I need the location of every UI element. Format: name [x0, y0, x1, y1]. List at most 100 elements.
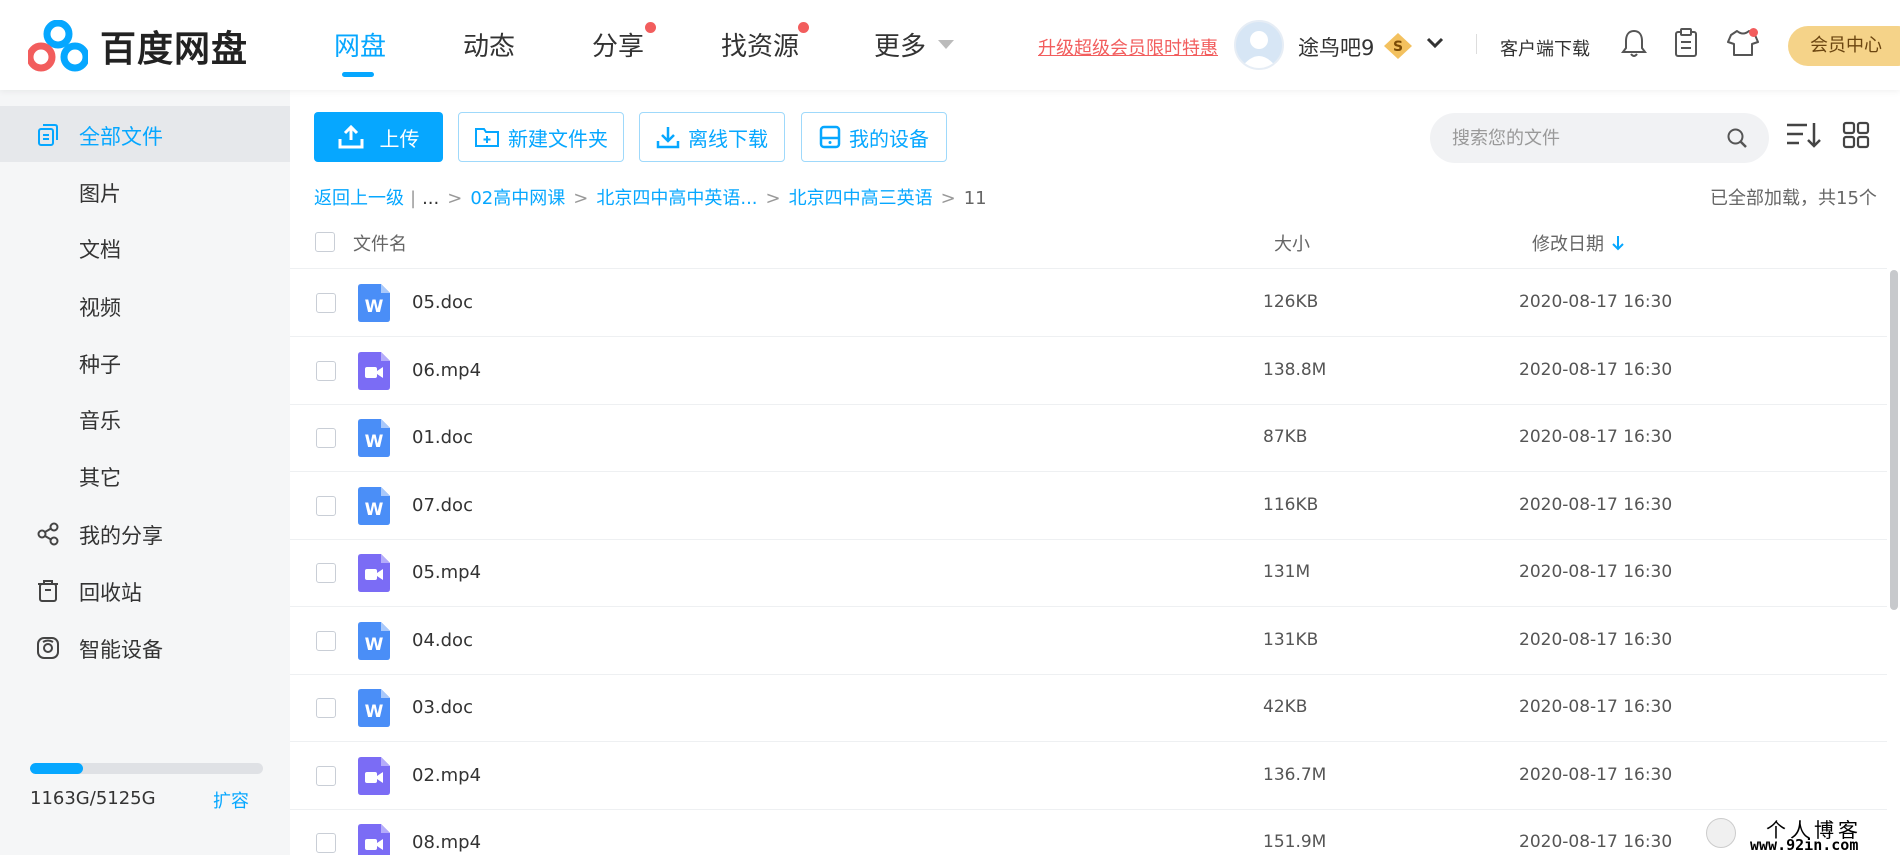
sidebar-item-documents[interactable]: 文档 — [0, 219, 290, 275]
sidebar-item-torrents[interactable]: 种子 — [0, 334, 290, 390]
row-checkbox[interactable] — [316, 428, 336, 448]
blog-watermark: 个人博客 www.92in.com — [1704, 812, 1900, 855]
file-size: 87KB — [1263, 427, 1308, 447]
sidebar-item-videos[interactable]: 视频 — [0, 277, 290, 333]
file-modified-date: 2020-08-17 16:30 — [1519, 359, 1673, 380]
select-all-checkbox[interactable] — [315, 232, 335, 252]
file-name[interactable]: 06.mp4 — [412, 360, 481, 381]
my-devices-button[interactable]: 我的设备 — [801, 112, 947, 162]
offline-download-button[interactable]: 离线下载 — [639, 112, 785, 162]
row-checkbox[interactable] — [316, 360, 336, 381]
file-name[interactable]: 01.doc — [412, 427, 473, 448]
scrollbar-thumb[interactable] — [1890, 270, 1898, 610]
breadcrumb-back-link[interactable]: 返回上一级 — [314, 188, 404, 209]
column-header-date[interactable]: 修改日期 — [1532, 230, 1604, 256]
file-name[interactable]: 05.mp4 — [412, 562, 481, 583]
search-box — [1430, 113, 1769, 163]
sidebar-item-my-shares[interactable]: 我的分享 — [0, 505, 290, 561]
file-row[interactable]: 08.mp4 151.9M 2020-08-17 16:30 — [290, 810, 1887, 855]
sidebar-item-recycle-bin[interactable]: 回收站 — [0, 562, 290, 618]
expand-storage-link[interactable]: 扩容 — [213, 787, 249, 813]
row-checkbox[interactable] — [316, 495, 336, 516]
file-name[interactable]: 05.doc — [412, 292, 473, 313]
file-name[interactable]: 04.doc — [412, 630, 473, 651]
svg-text:W: W — [365, 702, 384, 722]
file-size: 138.8M — [1263, 359, 1327, 380]
file-row[interactable]: 06.mp4 138.8M 2020-08-17 16:30 — [290, 338, 1887, 405]
breadcrumb-ellipsis[interactable]: ... — [422, 188, 439, 209]
offline-download-label: 离线下载 — [688, 126, 768, 151]
breadcrumb-item[interactable]: 北京四中高三英语 — [789, 188, 933, 209]
file-row[interactable]: W 04.doc 131KB 2020-08-17 16:30 — [290, 608, 1887, 675]
nav-activity[interactable]: 动态 — [463, 26, 515, 63]
video-file-icon — [358, 824, 390, 855]
file-row[interactable]: W 01.doc 87KB 2020-08-17 16:30 — [290, 405, 1887, 472]
upload-button[interactable]: 上传 — [314, 112, 443, 162]
sidebar-item-smart-devices[interactable]: 智能设备 — [0, 619, 290, 675]
vip-promo-link[interactable]: 升级超级会员限时特惠 — [1038, 34, 1218, 60]
row-checkbox[interactable] — [316, 563, 336, 583]
client-download-link[interactable]: 客户端下载 — [1500, 35, 1590, 61]
search-icon[interactable] — [1726, 127, 1748, 149]
nav-share[interactable]: 分享 — [592, 26, 644, 63]
file-row[interactable]: W 03.doc 42KB 2020-08-17 16:30 — [290, 675, 1887, 742]
file-name[interactable]: 03.doc — [412, 697, 473, 718]
file-name[interactable]: 02.mp4 — [412, 765, 481, 786]
avatar[interactable] — [1234, 20, 1284, 70]
user-menu-chevron-icon[interactable] — [1425, 33, 1445, 53]
video-file-icon — [358, 756, 390, 795]
new-folder-icon — [475, 128, 499, 147]
sidebar-item-label: 视频 — [79, 296, 121, 320]
bell-icon[interactable] — [1621, 28, 1647, 58]
row-checkbox[interactable] — [316, 698, 336, 718]
sidebar-item-label: 其它 — [79, 466, 121, 490]
file-row[interactable]: W 07.doc 116KB 2020-08-17 16:30 — [290, 473, 1887, 540]
sidebar-item-other[interactable]: 其它 — [0, 447, 290, 503]
breadcrumb-separator: > — [765, 188, 781, 209]
username[interactable]: 途鸟吧9 — [1298, 32, 1374, 62]
logo-icon — [28, 20, 88, 72]
sidebar-item-label: 图片 — [79, 182, 121, 206]
breadcrumb-divider: | — [410, 188, 417, 209]
svg-text:W: W — [365, 297, 384, 317]
clipboard-icon[interactable] — [1673, 28, 1699, 58]
search-input[interactable] — [1452, 113, 1722, 163]
nav-find-resources[interactable]: 找资源 — [721, 26, 799, 63]
video-file-icon — [358, 351, 390, 390]
file-row[interactable]: W 05.doc 126KB 2020-08-17 16:30 — [290, 270, 1887, 337]
video-file-icon — [358, 554, 390, 592]
default-avatar-icon — [1241, 31, 1277, 68]
file-name[interactable]: 08.mp4 — [412, 832, 481, 853]
breadcrumb-item[interactable]: 02高中网课 — [470, 188, 565, 209]
file-row[interactable]: 05.mp4 131M 2020-08-17 16:30 — [290, 540, 1887, 607]
file-row[interactable]: 02.mp4 136.7M 2020-08-17 16:30 — [290, 743, 1887, 810]
sidebar-item-images[interactable]: 图片 — [0, 163, 290, 219]
row-checkbox[interactable] — [316, 833, 336, 853]
column-header-name[interactable]: 文件名 — [353, 230, 407, 256]
nav-netdisk[interactable]: 网盘 — [334, 26, 386, 63]
sidebar-item-music[interactable]: 音乐 — [0, 390, 290, 446]
row-checkbox[interactable] — [316, 293, 336, 313]
top-header: 百度网盘 网盘 动态 分享 找资源 更多 升级超级会员限时特惠 途鸟吧9 S 客… — [0, 0, 1900, 90]
grid-view-icon[interactable] — [1842, 120, 1870, 150]
baidu-netdisk-logo[interactable]: 百度网盘 — [28, 20, 248, 72]
row-checkbox[interactable] — [316, 765, 336, 786]
my-devices-label: 我的设备 — [849, 126, 929, 151]
word-doc-icon: W — [358, 419, 390, 457]
sort-descending-arrow-icon[interactable] — [1612, 235, 1624, 251]
breadcrumb-item[interactable]: 北京四中高中英语... — [596, 188, 757, 209]
logo-text: 百度网盘 — [100, 29, 249, 70]
row-checkbox[interactable] — [316, 630, 336, 651]
file-modified-date: 2020-08-17 16:30 — [1519, 697, 1673, 717]
nav-more[interactable]: 更多 — [874, 26, 926, 63]
column-header-size[interactable]: 大小 — [1274, 230, 1310, 256]
more-dropdown-icon[interactable] — [938, 40, 954, 50]
sidebar-item-all-files[interactable]: 全部文件 — [0, 106, 290, 162]
storage-quota-text: 1163G/5125G — [30, 788, 156, 809]
sidebar-item-label: 我的分享 — [79, 524, 163, 548]
file-name[interactable]: 07.doc — [412, 495, 473, 516]
sidebar-item-label: 全部文件 — [79, 125, 163, 149]
vip-center-button[interactable]: 会员中心 — [1788, 26, 1900, 66]
sort-icon[interactable] — [1785, 120, 1823, 150]
new-folder-button[interactable]: 新建文件夹 — [458, 112, 624, 162]
